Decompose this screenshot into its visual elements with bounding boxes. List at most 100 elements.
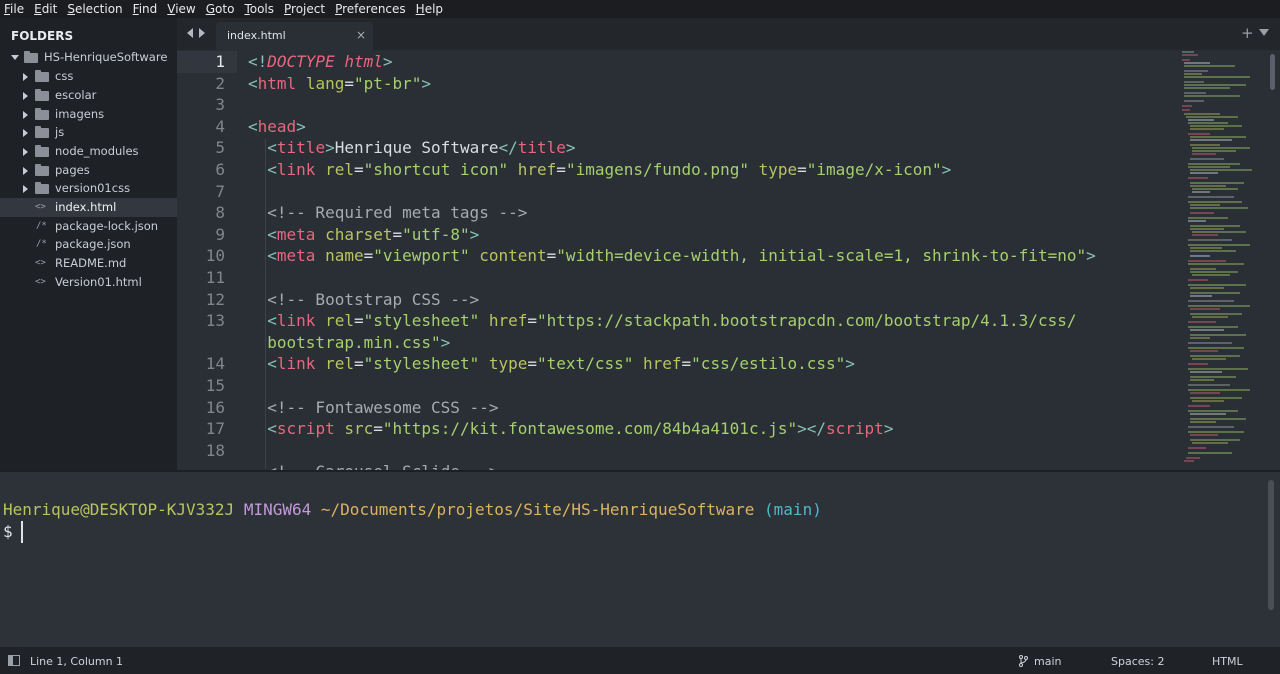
line-number: 13	[205, 311, 225, 331]
html-file-icon: <>	[35, 202, 46, 212]
line-number: 16	[205, 397, 225, 417]
tree-folder-imagens[interactable]: imagens	[0, 105, 177, 124]
chevron-right-icon[interactable]	[23, 148, 28, 156]
terminal-input-line[interactable]: $	[3, 522, 13, 541]
chevron-right-icon[interactable]	[23, 185, 28, 193]
nav-left-icon[interactable]	[187, 28, 193, 38]
tree-item-label: package.json	[55, 237, 131, 251]
menu-view[interactable]: View	[167, 0, 195, 18]
tree-file-package-lock[interactable]: /* package-lock.json	[0, 217, 177, 236]
json-file-icon: /*	[36, 221, 47, 231]
tree-root-label: HS-HenriqueSoftware	[44, 50, 168, 64]
folder-icon	[35, 108, 49, 120]
tree-file-package-json[interactable]: /* package.json	[0, 235, 177, 254]
tree-file-version01[interactable]: <> Version01.html	[0, 273, 177, 292]
menu-selection[interactable]: Selection	[67, 0, 122, 18]
sidebar-toggle-icon[interactable]	[8, 655, 20, 666]
tree-item-label: pages	[55, 163, 90, 177]
menu-file[interactable]: File	[4, 0, 24, 18]
menu-preferences[interactable]: Preferences	[335, 0, 406, 18]
menu-tools[interactable]: Tools	[244, 0, 274, 18]
tree-folder-pages[interactable]: pages	[0, 161, 177, 180]
tree-file-index-html[interactable]: <> index.html	[0, 198, 177, 217]
chevron-right-icon[interactable]	[23, 167, 28, 175]
tab-label: index.html	[227, 29, 286, 42]
terminal-user: Henrique@DESKTOP-KJV332J	[3, 500, 235, 519]
folder-icon	[35, 145, 49, 157]
tree-item-label: imagens	[55, 107, 105, 121]
line-number: 8	[215, 203, 225, 223]
tree-folder-version01css[interactable]: version01css	[0, 179, 177, 198]
line-number: 2	[215, 73, 225, 93]
minimap-preview	[1182, 51, 1252, 462]
cursor-position[interactable]: Line 1, Column 1	[30, 655, 123, 668]
tree-item-label: Version01.html	[55, 275, 142, 289]
folder-icon	[35, 89, 49, 101]
tree-folder-escolar[interactable]: escolar	[0, 86, 177, 105]
git-branch-status[interactable]: main	[1034, 655, 1061, 668]
chevron-down-icon[interactable]	[11, 55, 19, 60]
line-number: 12	[205, 289, 225, 309]
code-line: <!-- Carousel Sclide -->	[248, 461, 498, 470]
tree-item-label: README.md	[55, 256, 127, 270]
menu-find[interactable]: Find	[133, 0, 158, 18]
menu-goto[interactable]: Goto	[206, 0, 235, 18]
tree-folder-node-modules[interactable]: node_modules	[0, 142, 177, 161]
json-file-icon: /*	[36, 239, 47, 249]
folder-icon	[35, 164, 49, 176]
line-number: 3	[215, 95, 225, 115]
code-line: <link rel="stylesheet" type="text/css" h…	[267, 354, 855, 374]
code-editor[interactable]: 1 2 3 4 5 6 7 8 9 10 11 12 13 14 15 16 1…	[177, 50, 1280, 470]
sidebar: FOLDERS HS-HenriqueSoftware css escolar …	[0, 18, 177, 470]
menu-project[interactable]: Project	[284, 0, 325, 18]
indentation-setting[interactable]: Spaces: 2	[1111, 655, 1164, 668]
close-icon[interactable]: ×	[356, 28, 366, 42]
code-line: <html lang="pt-br">	[248, 73, 432, 93]
line-number: 14	[205, 354, 225, 374]
git-branch-icon	[1018, 655, 1028, 670]
code-line: bootstrap.min.css">	[267, 332, 451, 352]
minimap[interactable]	[1180, 50, 1270, 470]
tree-file-readme[interactable]: <> README.md	[0, 254, 177, 273]
terminal-panel[interactable]: Henrique@DESKTOP-KJV332J MINGW64 ~/Docum…	[0, 470, 1280, 647]
tab-bar: index.html × +	[177, 18, 1280, 50]
line-number: 15	[205, 376, 225, 395]
line-number: 6	[215, 160, 225, 179]
menu-edit[interactable]: Edit	[34, 0, 57, 18]
menu-help[interactable]: Help	[416, 0, 443, 18]
tree-item-label: package-lock.json	[55, 219, 159, 233]
tree-item-label: escolar	[55, 88, 97, 102]
line-number: 4	[215, 116, 225, 136]
line-number: 1	[215, 52, 225, 71]
tree-folder-css[interactable]: css	[0, 67, 177, 86]
code-line: <!-- Required meta tags -->	[267, 203, 528, 223]
code-line: <link rel="shortcut icon" href="imagens/…	[267, 160, 952, 179]
tree-item-label: js	[55, 125, 65, 139]
tree-root-folder[interactable]: HS-HenriqueSoftware	[0, 48, 177, 67]
tree-item-label: version01css	[55, 181, 131, 195]
tab-index-html[interactable]: index.html ×	[216, 22, 373, 50]
chevron-right-icon[interactable]	[23, 111, 28, 119]
tree-item-label: node_modules	[55, 144, 139, 158]
code-line: <!DOCTYPE html>	[248, 52, 393, 71]
tab-menu-icon[interactable]	[1259, 29, 1269, 36]
code-line: <head>	[248, 116, 306, 136]
nav-right-icon[interactable]	[199, 28, 205, 38]
code-line: <link rel="stylesheet" href="https://sta…	[267, 311, 1077, 331]
line-number: 5	[215, 138, 225, 158]
line-number: 18	[205, 440, 225, 460]
code-content[interactable]: <!DOCTYPE html> <html lang="pt-br"> <hea…	[248, 51, 1096, 470]
line-number: 17	[205, 419, 225, 439]
code-line: <meta charset="utf-8">	[267, 224, 480, 244]
terminal-scrollbar[interactable]	[1268, 480, 1274, 610]
terminal-path: ~/Documents/projetos/Site/HS-HenriqueSof…	[320, 500, 755, 519]
code-line: <!-- Bootstrap CSS -->	[267, 289, 480, 309]
chevron-right-icon[interactable]	[23, 129, 28, 137]
chevron-right-icon[interactable]	[23, 92, 28, 100]
chevron-right-icon[interactable]	[23, 73, 28, 81]
add-tab-icon[interactable]: +	[1241, 24, 1254, 42]
menu-bar: File Edit Selection Find View Goto Tools…	[0, 0, 1280, 18]
syntax-selector[interactable]: HTML	[1212, 655, 1243, 668]
tree-folder-js[interactable]: js	[0, 123, 177, 142]
editor-scrollbar[interactable]	[1270, 54, 1275, 90]
